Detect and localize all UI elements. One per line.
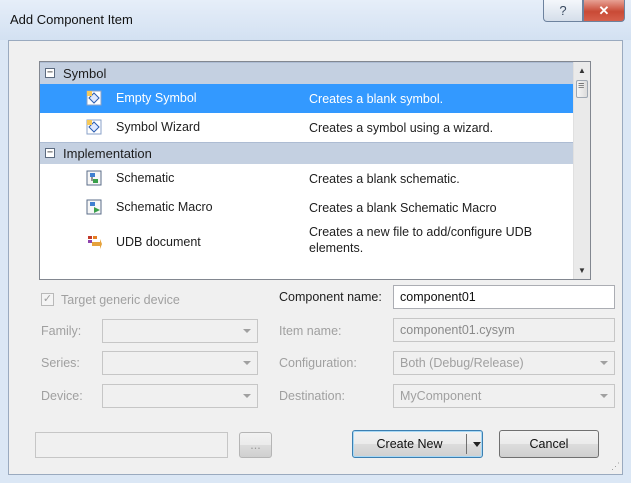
item-name: Empty Symbol	[116, 91, 197, 105]
chevron-down-icon	[600, 361, 608, 365]
item-name: Schematic	[116, 171, 175, 185]
family-select[interactable]	[102, 319, 258, 343]
item-name: Schematic Macro	[116, 200, 213, 214]
group-label: Implementation	[63, 146, 152, 161]
resize-grip-icon[interactable]: ⋰	[611, 461, 620, 472]
add-component-item-dialog: Add Component Item ? ✕ − Symbol Empty Sy…	[0, 0, 631, 483]
chevron-down-icon	[243, 394, 251, 398]
chevron-down-icon	[243, 329, 251, 333]
browse-label: ...	[250, 438, 261, 452]
cancel-label: Cancel	[529, 437, 569, 451]
list-item-empty-symbol[interactable]: Empty Symbol Creates a blank symbol.	[40, 84, 575, 113]
close-icon: ✕	[598, 2, 610, 18]
item-description: Creates a symbol using a wizard.	[309, 121, 494, 135]
item-name: UDB document	[116, 235, 201, 249]
dialog-body: − Symbol Empty Symbol Creates a blank sy…	[8, 40, 623, 475]
item-name: Symbol Wizard	[116, 120, 201, 134]
target-generic-label: Target generic device	[61, 293, 180, 307]
scroll-thumb[interactable]	[576, 80, 588, 98]
target-generic-checkbox[interactable]: ✓	[41, 293, 54, 306]
item-name-field: component01.cysym	[393, 318, 615, 342]
udb-document-icon	[88, 236, 102, 249]
close-button[interactable]: ✕	[583, 0, 625, 22]
split-divider	[466, 434, 467, 454]
list-item-symbol-wizard[interactable]: Symbol Wizard Creates a symbol using a w…	[40, 113, 575, 142]
create-new-split-button[interactable]: Create New	[352, 430, 483, 458]
destination-select[interactable]: MyComponent	[393, 384, 615, 408]
collapse-icon[interactable]: −	[45, 148, 55, 158]
item-description: Creates a blank Schematic Macro	[309, 201, 497, 215]
scroll-up-icon[interactable]: ▲	[574, 62, 590, 79]
destination-label: Destination:	[279, 389, 346, 403]
list-item-schematic[interactable]: Schematic Creates a blank schematic.	[40, 164, 575, 193]
item-description: Creates a new file to add/configure UDB …	[309, 225, 533, 255]
item-name-value: component01.cysym	[400, 323, 515, 337]
chevron-down-icon	[243, 361, 251, 365]
group-header-implementation[interactable]: − Implementation	[40, 142, 575, 164]
collapse-icon[interactable]: −	[45, 68, 55, 78]
chevron-down-icon[interactable]	[473, 442, 481, 447]
cancel-button[interactable]: Cancel	[499, 430, 599, 458]
list-item-udb-document[interactable]: UDB document Creates a new file to add/c…	[40, 222, 575, 262]
series-label: Series:	[41, 356, 80, 370]
configuration-value: Both (Debug/Release)	[400, 356, 524, 370]
path-field[interactable]	[35, 432, 228, 458]
series-select[interactable]	[102, 351, 258, 375]
group-header-symbol[interactable]: − Symbol	[40, 62, 575, 84]
configuration-label: Configuration:	[279, 356, 357, 370]
browse-button[interactable]: ...	[239, 432, 272, 458]
device-select[interactable]	[102, 384, 258, 408]
create-new-label: Create New	[376, 437, 443, 451]
template-list[interactable]: − Symbol Empty Symbol Creates a blank sy…	[39, 61, 591, 280]
item-description: Creates a blank schematic.	[309, 172, 460, 186]
help-button[interactable]: ?	[543, 0, 583, 22]
device-label: Device:	[41, 389, 83, 403]
schematic-icon	[86, 170, 102, 186]
help-icon: ?	[559, 3, 567, 18]
family-label: Family:	[41, 324, 82, 338]
destination-value: MyComponent	[400, 389, 482, 403]
component-name-label: Component name:	[279, 290, 382, 304]
chevron-down-icon	[600, 394, 608, 398]
dialog-title: Add Component Item	[10, 12, 133, 27]
symbol-wizard-icon	[86, 119, 102, 135]
configuration-select[interactable]: Both (Debug/Release)	[393, 351, 615, 375]
scroll-down-icon[interactable]: ▼	[574, 262, 590, 279]
list-scrollbar[interactable]: ▲ ▼	[573, 62, 590, 279]
group-label: Symbol	[63, 66, 107, 81]
symbol-icon	[86, 90, 102, 106]
title-bar: Add Component Item ? ✕	[0, 0, 631, 40]
item-name-label: Item name:	[279, 324, 342, 338]
component-name-field[interactable]: component01	[393, 285, 615, 309]
item-description: Creates a blank symbol.	[309, 92, 444, 106]
list-item-schematic-macro[interactable]: Schematic Macro Creates a blank Schemati…	[40, 193, 575, 222]
component-name-value: component01	[400, 290, 476, 304]
schematic-macro-icon	[86, 199, 102, 215]
